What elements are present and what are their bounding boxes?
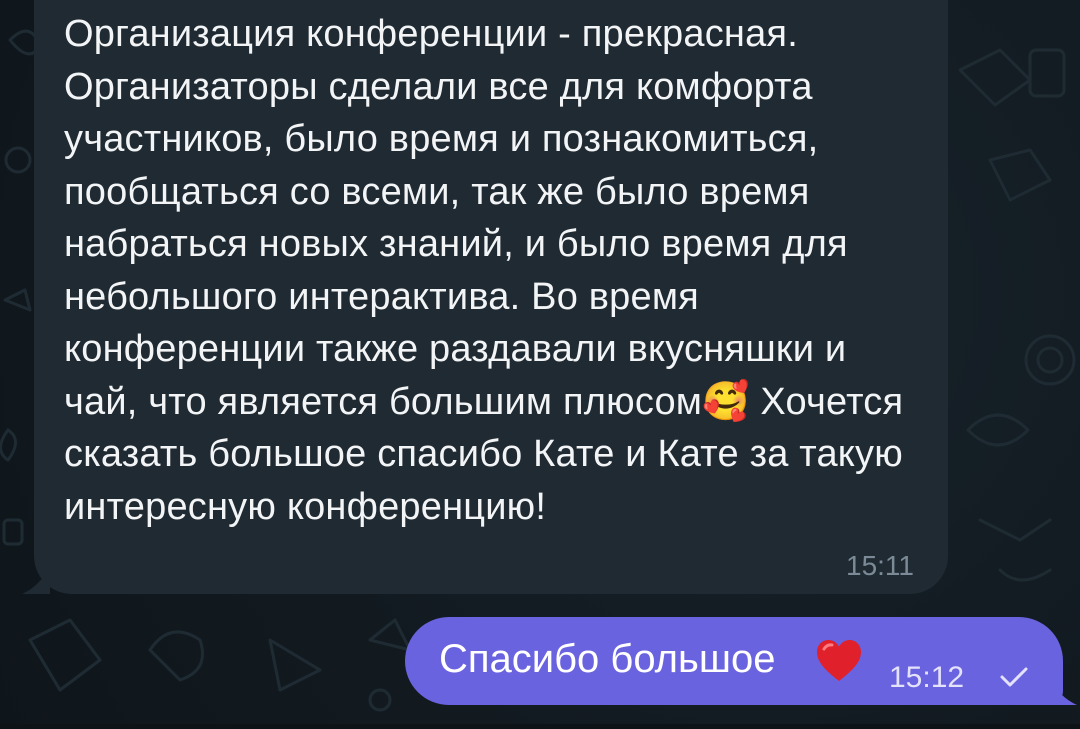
incoming-message-bubble[interactable]: Организация конференции - прекрасная. Ор… [22,0,948,594]
outgoing-message-time: 15:12 [889,661,965,694]
bottom-divider [0,724,1080,729]
outgoing-message-text: Спасибо большое [439,637,776,681]
incoming-message-text: Организация конференции - прекрасная. Ор… [64,8,924,533]
smiling-hearts-emoji-icon: 🥰 [702,380,750,423]
bubble-tail-in [22,566,50,594]
bubble-tail-out [1049,677,1077,705]
incoming-text-part1: Организация конференции - прекрасная. Ор… [64,13,848,423]
incoming-message-time: 15:11 [846,550,914,581]
outgoing-message-bubble[interactable]: Спасибо большое 15:12 [405,617,1077,705]
check-icon [1000,667,1028,687]
heart-icon [817,640,861,681]
